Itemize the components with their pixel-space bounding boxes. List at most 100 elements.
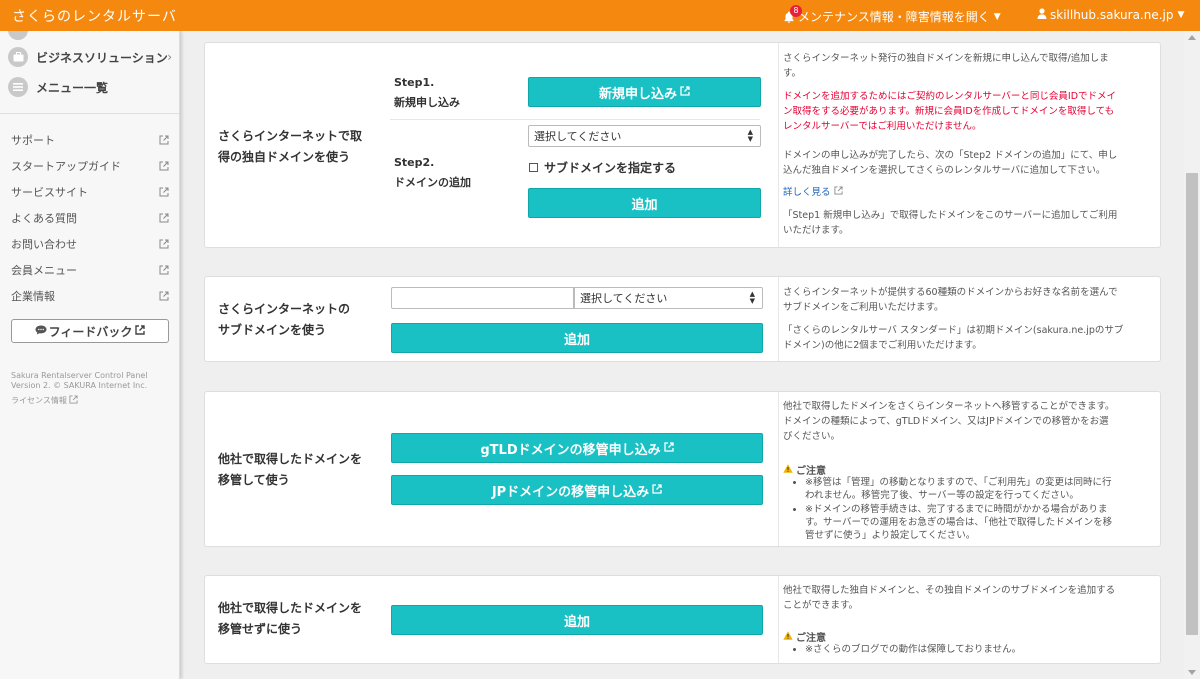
chevron-down-icon: ▼ [993,11,1001,22]
external-link-icon [652,483,662,498]
feedback-button[interactable]: フィードバック [11,319,169,343]
description-line: さくらインターネット発行の独自ドメインを新規に申し込んで取得/追加しま [783,53,1109,64]
sidebar-link-company-info[interactable]: 企業情報 [11,288,169,304]
add-external-domain-button[interactable]: 追加 [391,605,763,635]
sidebar-link-label: よくある質問 [11,212,77,225]
panel-external-domain: 他社で取得したドメインを 移管せずに使う 追加 他社で取得した独自ドメインと、そ… [204,575,1161,664]
sidebar-link-label: 企業情報 [11,290,55,303]
chevron-right-icon: › [167,50,172,64]
caution-item: ※ドメインの移管手続きは、完了するまでに時間がかかる場合がありま す。サーバーで… [805,503,1153,542]
caution-line: われません。移管完了後、サーバー等の設定を行ってください。 [805,490,1079,501]
description-line: 「さくらのレンタルサーバ スタンダード」は初期ドメイン(sakura.ne.jp… [783,325,1124,336]
panel-title-line: サブドメインを使う [218,323,327,337]
description-line: ドメインの申し込みが完了したら、次の「Step2 ドメインの追加」にて、申し [783,150,1118,161]
sidebar-link-contact[interactable]: お問い合わせ [11,236,169,252]
description-line: さくらインターネットが提供する60種類のドメインからお好きな名前を選んで [783,287,1118,298]
panel-title-line: 得の独自ドメインを使う [218,150,351,164]
step2-label: Step2. ドメインの追加 [394,153,471,193]
external-link-icon [159,265,169,275]
briefcase-icon [8,47,28,67]
add-domain-button[interactable]: 追加 [528,188,761,218]
user-menu[interactable]: skillhub.sakura.ne.jp ▼ [1037,8,1184,22]
description-line: びください。 [783,431,841,442]
subdomain-suffix-select[interactable]: 選択してください ▲ ▼ [574,287,763,309]
more-info-label[interactable]: 詳しく見る [783,187,831,198]
domain-select[interactable]: 選択してください ▲ ▼ [528,125,761,147]
panel-description: ドメインの申し込みが完了したら、次の「Step2 ドメインの追加」にて、申し 込… [783,148,1153,178]
warning-text: ドメインを追加するためにはご契約のレンタルサーバーと同じ会員IDでドメイ ン取得… [783,89,1153,134]
panel-description: さくらインターネットが提供する60種類のドメインからお好きな名前を選んで サブド… [783,285,1153,315]
step-divider [390,119,760,120]
button-label: JPドメインの移管申し込み [491,484,650,500]
sidebar-link-label: サポート [11,134,55,147]
button-label: 追加 [631,197,658,213]
panel-title-line: さくらインターネットで取 [218,129,363,143]
new-application-button[interactable]: 新規申し込み [528,77,761,107]
feedback-label: フィードバック [48,324,133,339]
select-arrows-icon: ▲ ▼ [749,290,755,305]
warning-line: ドメインを追加するためにはご契約のレンタルサーバーと同じ会員IDでドメイ [783,91,1117,102]
caution-item: ※移管は「管理」の移動となりますので、「ご利用先」の変更は同時に行 われません。… [805,476,1153,502]
panel-transfer-domain: 他社で取得したドメインを 移管して使う gTLDドメインの移管申し込み JPドメ… [204,391,1161,547]
sidebar-link-faq[interactable]: よくある質問 [11,210,169,226]
sidebar-link-member-menu[interactable]: 会員メニュー [11,262,169,278]
panel-description: さくらインターネット発行の独自ドメインを新規に申し込んで取得/追加しま す。 [783,51,1153,81]
caution-line: す。サーバーでの運用をお急ぎの場合は、「他社で取得したドメインを移 [805,517,1113,528]
checkbox-box[interactable] [529,163,538,172]
sidebar-link-label: 会員メニュー [11,264,77,277]
description-line: いただけます。 [783,225,849,236]
maintenance-info-link[interactable]: 8 メンテナンス情報・障害情報を開く ▼ [784,4,1001,25]
caution-label: ご注意 [796,633,826,644]
maintenance-link-label: メンテナンス情報・障害情報を開く [798,10,990,24]
scrollbar-thumb[interactable] [1186,173,1198,635]
panel-title: 他社で取得したドメインを 移管して使う [218,449,362,491]
sidebar-item-partial[interactable] [8,30,176,42]
select-value: 選択してください [580,292,668,305]
panel-description: 他社で取得した独自ドメインと、その独自ドメインのサブドメインを追加する ことがで… [783,583,1153,613]
user-name: skillhub.sakura.ne.jp [1050,8,1174,22]
external-link-icon [680,85,690,100]
description-line: ドメイン)の他に2個までご利用いただけます。 [783,340,982,351]
step-label-line: Step1. [394,76,435,89]
subdomain-checkbox[interactable]: サブドメインを指定する [529,159,676,176]
checkbox-label: サブドメインを指定する [544,161,677,175]
brand-title[interactable]: さくらのレンタルサーバ [12,6,177,26]
more-info-link[interactable]: 詳しく見る [783,185,1153,200]
step1-label: Step1. 新規申し込み [394,73,460,113]
sidebar-link-startup-guide[interactable]: スタートアップガイド [11,158,169,174]
sidebar: ビジネスソリューション › メニュー一覧 サポート スタートアップガイド サービ… [0,30,180,679]
sidebar-link-service-site[interactable]: サービスサイト [11,184,169,200]
caution-line: ※ドメインの移管手続きは、完了するまでに時間がかかる場合がありま [805,504,1108,515]
description-line: 他社で取得したドメインをさくらインターネットへ移管することができます。 [783,401,1115,412]
sidebar-link-support[interactable]: サポート [11,132,169,148]
scroll-down-arrow-icon[interactable] [1188,670,1196,675]
jp-transfer-button[interactable]: JPドメインの移管申し込み [391,475,763,505]
list-icon [8,77,28,97]
description-line: 他社で取得した独自ドメインと、その独自ドメインのサブドメインを追加する [783,585,1116,596]
sidebar-link-label: スタートアップガイド [11,160,121,173]
add-subdomain-button[interactable]: 追加 [391,323,763,353]
panel-description: 他社で取得したドメインをさくらインターネットへ移管することができます。 ドメイン… [783,399,1153,444]
license-link[interactable]: ライセンス情報 [11,395,78,406]
user-icon [1037,8,1047,22]
sidebar-link-label: お問い合わせ [11,238,77,251]
description-line: す。 [783,68,802,79]
chat-icon [35,324,47,338]
sidebar-item-label: ビジネスソリューション [36,50,168,65]
chevron-down-icon: ▼ [1177,10,1185,20]
sidebar-item-menu-list[interactable]: メニュー一覧 [8,77,176,97]
panel-divider [778,43,779,247]
description-line: 込んだ独自ドメインを選択してさくらのレンタルサーバに追加して下さい。 [783,165,1106,176]
caution-heading: ご注意 [783,462,826,477]
panel-title-line: 他社で取得したドメインを [218,601,363,615]
subdomain-name-input[interactable] [391,287,574,309]
sidebar-divider [0,113,179,114]
gtld-transfer-button[interactable]: gTLDドメインの移管申し込み [391,433,763,463]
step-label-line: 新規申し込み [394,96,460,109]
external-link-icon [135,324,146,338]
scroll-up-arrow-icon[interactable] [1188,35,1196,40]
sidebar-item-business-solution[interactable]: ビジネスソリューション › [8,47,176,67]
description-line: ドメインの種類によって、gTLDドメイン、又はJPドメインでの移管かをお選 [783,416,1109,427]
panel-description: 「さくらのレンタルサーバ スタンダード」は初期ドメイン(sakura.ne.jp… [783,323,1153,353]
description-line: サブドメインをご利用いただけます。 [783,302,944,313]
